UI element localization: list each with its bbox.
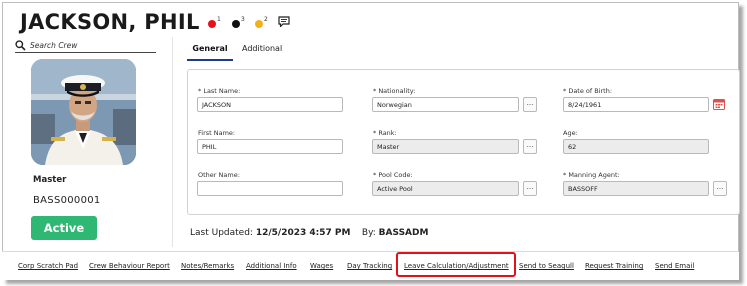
status-badge[interactable]: Active [31,216,97,240]
last-updated-value: 12/5/2023 4:57 PM [255,228,351,238]
search-icon [15,40,26,51]
age-field: 62 [563,139,709,154]
first-name-field[interactable]: PHIL [197,139,343,154]
tab-additional[interactable]: Additional [242,37,286,61]
last-name-field[interactable]: JACKSON [197,97,343,112]
tab-general[interactable]: General [187,37,233,61]
pool-code-lookup-button[interactable]: ... [523,181,537,196]
manning-agent-label: * Manning Agent: [563,171,620,179]
other-name-field[interactable] [197,181,343,196]
highlight-box [396,252,516,277]
rank-field[interactable]: Master [372,139,519,154]
link-send-email[interactable]: Send Email [655,262,694,270]
last-name-label: * Last Name: [198,87,241,95]
link-send-to-seagull[interactable]: Send to Seagull [519,262,574,270]
manning-agent-lookup-button[interactable]: ... [713,181,727,196]
red-indicator-dot[interactable] [208,20,216,28]
pool-code-field[interactable]: Active Pool [372,181,519,196]
crew-id: BASS000001 [33,195,101,206]
nationality-lookup-button[interactable]: ... [523,97,537,112]
yellow-indicator-count: 2 [264,16,268,23]
crew-rank: Master [33,175,67,185]
crew-photo [31,59,136,165]
black-indicator-count: 3 [241,16,245,23]
link-additional-info[interactable]: Additional Info [246,262,297,270]
panel-divider [172,37,173,247]
link-wages[interactable]: Wages [310,262,333,270]
nationality-label: * Nationality: [373,87,416,95]
search-input[interactable] [30,40,150,51]
last-updated-label: Last Updated: [190,228,253,238]
date-of-birth-label: * Date of Birth: [563,87,613,95]
by-label: By: [361,228,376,238]
date-of-birth-field[interactable]: 8/24/1961 [563,97,709,112]
link-corp-scratch-pad[interactable]: Corp Scratch Pad [18,262,78,270]
link-request-training[interactable]: Request Training [585,262,643,270]
manning-agent-field[interactable]: BASSOFF [563,181,709,196]
yellow-indicator-dot[interactable] [255,20,263,28]
last-updated-info: Last Updated: 12/5/2023 4:57 PM By: BASS… [190,228,428,238]
link-day-tracking[interactable]: Day Tracking [347,262,392,270]
age-label: Age: [563,129,578,137]
crew-search [15,39,156,53]
link-notes-remarks[interactable]: Notes/Remarks [181,262,234,270]
link-crew-behaviour-report[interactable]: Crew Behaviour Report [89,262,170,270]
calendar-icon[interactable] [713,98,725,110]
crew-name-title: JACKSON, PHIL [20,10,200,34]
speech-bubble-icon[interactable] [278,16,290,27]
nationality-field[interactable]: Norwegian [372,97,519,112]
other-name-label: Other Name: [198,171,240,179]
pool-code-label: * Pool Code: [373,171,413,179]
first-name-label: First Name: [198,129,236,137]
rank-label: * Rank: [373,129,397,137]
rank-lookup-button[interactable]: ... [523,139,537,154]
by-value: BASSADM [378,228,429,238]
red-indicator-count: 1 [217,16,221,23]
black-indicator-dot[interactable] [232,20,240,28]
